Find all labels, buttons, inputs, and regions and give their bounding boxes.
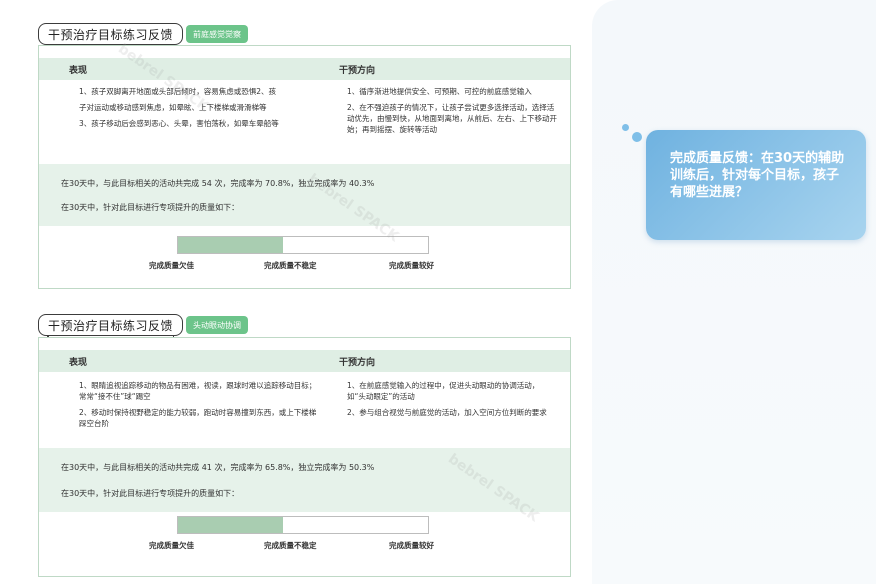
- direction-list: 1、在前庭感觉输入的过程中，促进头动眼动的协调活动，如“头动眼定”的活动 2、参…: [347, 380, 557, 423]
- behavior-item: 3、孩子移动后会感到恶心、头晕，害怕荡秋，如晕车晕船等: [79, 119, 279, 128]
- section-tag: 前庭感觉觉察: [186, 25, 249, 43]
- quality-line: 在30天中，针对此目标进行专项提升的质量如下：: [61, 489, 240, 498]
- quality-label-unstable: 完成质量不稳定: [264, 541, 317, 550]
- callout-panel: [592, 0, 876, 584]
- direction-item: 1、在前庭感觉输入的过程中，促进头动眼动的协调活动，如“头动眼定”的活动: [347, 381, 540, 401]
- header-behavior: 表现: [69, 357, 88, 368]
- direction-item: 2、参与组合视觉与前庭觉的活动，加入空间方位判断的要求: [347, 408, 547, 417]
- quality-label-poor: 完成质量欠佳: [149, 541, 194, 550]
- stat-line: 在30天中，与此目标相关的活动共完成 41 次，完成率为 65.8%，独立完成率…: [61, 463, 375, 472]
- quality-progress-fill: [178, 517, 283, 533]
- table-header: 表现 干预方向: [39, 58, 570, 80]
- quality-label-good: 完成质量较好: [389, 541, 434, 550]
- decor-dot-icon: [622, 124, 629, 131]
- section-2-card: 表现 干预方向 1、眼睛追视追踪移动的物品有困难，视读，跟球时难以追踪移动目标；…: [38, 337, 571, 577]
- section-2-title: 干预治疗目标练习反馈 头动眼动协调: [38, 313, 249, 342]
- section-1-card: 表现 干预方向 1、孩子双脚离开地面或头部后倾时，容易焦虑或恐惧2、孩 子对运动…: [38, 45, 571, 289]
- header-direction: 干预方向: [339, 357, 376, 368]
- stats-panel: 在30天中，与此目标相关的活动共完成 54 次，完成率为 70.8%，独立完成率…: [39, 164, 570, 226]
- quality-line: 在30天中，针对此目标进行专项提升的质量如下：: [61, 203, 240, 212]
- callout-text: 完成质量反馈：在30天的辅助训练后，针对每个目标，孩子有哪些进展？: [670, 151, 845, 200]
- direction-item: 2、在不强迫孩子的情况下，让孩子尝试更多选择活动，选择活动优先，由慢到快，从地面…: [347, 103, 557, 134]
- direction-list: 1、循序渐进地提供安全、可预期、可控的前庭感觉输入 2、在不强迫孩子的情况下，让…: [347, 86, 557, 140]
- decor-dot-icon: [632, 132, 642, 142]
- header-direction: 干预方向: [339, 65, 376, 76]
- behavior-list: 1、眼睛追视追踪移动的物品有困难，视读，跟球时难以追踪移动目标；常常“接不住”球…: [79, 380, 319, 434]
- quality-progress-fill: [178, 237, 283, 253]
- behavior-item: 1、眼睛追视追踪移动的物品有困难，视读，跟球时难以追踪移动目标；常常“接不住”球…: [79, 381, 317, 401]
- quality-label-poor: 完成质量欠佳: [149, 261, 194, 270]
- quality-progress-bar: [177, 516, 429, 534]
- section-tag: 头动眼动协调: [186, 316, 249, 334]
- section-1-title: 干预治疗目标练习反馈 前庭感觉觉察: [38, 22, 249, 51]
- table-header: 表现 干预方向: [39, 350, 570, 372]
- behavior-item: 2、移动时保持视野稳定的能力较弱，跑动时容易撞到东西，或上下楼梯踩空台阶: [79, 408, 317, 428]
- direction-item: 1、循序渐进地提供安全、可预期、可控的前庭感觉输入: [347, 87, 532, 96]
- report-panel: 干预治疗目标练习反馈 前庭感觉觉察 表现 干预方向 1、孩子双脚离开地面或头部后…: [0, 0, 592, 584]
- header-behavior: 表现: [69, 65, 88, 76]
- quality-label-good: 完成质量较好: [389, 261, 434, 270]
- callout-bubble: 完成质量反馈：在30天的辅助训练后，针对每个目标，孩子有哪些进展？: [646, 130, 866, 240]
- quality-label-unstable: 完成质量不稳定: [264, 261, 317, 270]
- section-title-box: 干预治疗目标练习反馈: [38, 23, 184, 51]
- section-title-box: 干预治疗目标练习反馈: [38, 314, 184, 342]
